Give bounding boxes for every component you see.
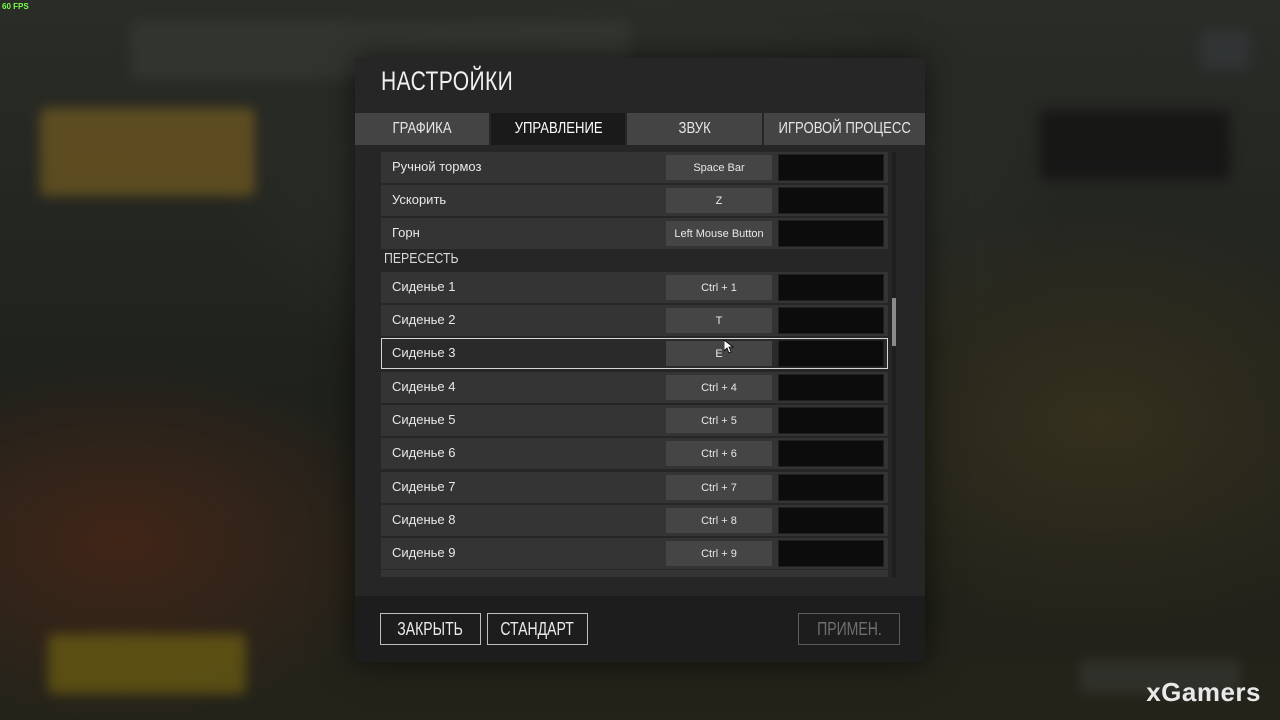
primary-key-button[interactable]: Ctrl + 8 [666,508,772,533]
keybinding-row-seat-1: Сиденье 1 Ctrl + 1 [381,272,888,303]
close-button[interactable]: ЗАКРЫТЬ [380,613,481,645]
primary-key-button[interactable]: Ctrl + 5 [666,408,772,433]
secondary-key-button[interactable] [778,340,884,367]
scrollbar-thumb[interactable] [892,298,896,346]
keybinding-row-handbrake: Ручной тормоз Space Bar [381,152,888,183]
tab-label: ЗВУК [678,120,711,137]
primary-key-button[interactable]: Left Mouse Button [666,221,772,246]
list-item [381,570,888,577]
settings-tabs: ГРАФИКА УПРАВЛЕНИЕ ЗВУК ИГРОВОЙ ПРОЦЕСС [355,113,925,145]
action-label: Горн [392,225,420,240]
tab-sound[interactable]: ЗВУК [627,113,762,145]
background-blur-panel [1040,110,1230,180]
button-label: ПРИМЕН. [816,618,882,639]
secondary-key-button[interactable] [778,187,884,214]
action-label: Сиденье 5 [392,412,456,427]
secondary-key-button[interactable] [778,407,884,434]
primary-key-button[interactable]: E [666,341,772,366]
mouse-pointer-icon [724,340,734,354]
keybinding-row-seat-2: Сиденье 2 T [381,305,888,336]
keybinding-list[interactable]: Ручной тормоз Space Bar Ускорить Z Горн … [381,152,889,577]
primary-key-button[interactable]: Ctrl + 1 [666,275,772,300]
action-label: Сиденье 7 [392,479,456,494]
primary-key-button[interactable]: T [666,308,772,333]
secondary-key-button[interactable] [778,307,884,334]
primary-key-button[interactable]: Ctrl + 7 [666,475,772,500]
action-label: Сиденье 9 [392,545,456,560]
apply-button[interactable]: ПРИМЕН. [798,613,900,645]
background-blur-panel [40,108,255,196]
dialog-title: НАСТРОЙКИ [381,66,514,96]
keybinding-row-seat-4: Сиденье 4 Ctrl + 4 [381,372,888,403]
action-label: Ускорить [392,192,447,207]
action-label: Сиденье 3 [392,345,456,360]
button-label: ЗАКРЫТЬ [397,618,464,639]
action-label: Ручной тормоз [392,159,482,174]
action-label: Сиденье 8 [392,512,456,527]
tab-controls[interactable]: УПРАВЛЕНИЕ [491,113,626,145]
secondary-key-button[interactable] [778,474,884,501]
reset-default-button[interactable]: СТАНДАРТ [487,613,588,645]
primary-key-button[interactable]: Space Bar [666,155,772,180]
tab-label: УПРАВЛЕНИЕ [514,120,603,137]
secondary-key-button[interactable] [778,220,884,247]
section-header-change-seat: ПЕРЕСЕСТЬ [384,250,459,267]
secondary-key-button[interactable] [778,540,884,567]
action-label: Сиденье 4 [392,379,456,394]
dialog-footer: ЗАКРЫТЬ СТАНДАРТ ПРИМЕН. [355,596,925,662]
keybinding-row-seat-7: Сиденье 7 Ctrl + 7 [381,472,888,503]
watermark: xGamers [1146,677,1261,707]
keybinding-row-boost: Ускорить Z [381,185,888,216]
action-label: Сиденье 2 [392,312,456,327]
secondary-key-button[interactable] [778,274,884,301]
primary-key-button[interactable]: Ctrl + 6 [666,441,772,466]
keybinding-row-seat-8: Сиденье 8 Ctrl + 8 [381,505,888,536]
keybinding-row-seat-3[interactable]: Сиденье 3 E [381,338,888,369]
keybinding-row-seat-5: Сиденье 5 Ctrl + 5 [381,405,888,436]
background-blur-icon [1200,30,1250,70]
tab-graphics[interactable]: ГРАФИКА [355,113,490,145]
keybinding-row-seat-9: Сиденье 9 Ctrl + 9 [381,538,888,569]
settings-dialog: НАСТРОЙКИ ГРАФИКА УПРАВЛЕНИЕ ЗВУК ИГРОВО… [355,58,925,662]
primary-key-button[interactable]: Ctrl + 4 [666,375,772,400]
tab-label: ИГРОВОЙ ПРОЦЕСС [778,120,911,137]
action-label: Сиденье 1 [392,279,456,294]
tab-gameplay[interactable]: ИГРОВОЙ ПРОЦЕСС [763,113,925,145]
primary-key-button[interactable]: Ctrl + 9 [666,541,772,566]
button-label: СТАНДАРТ [500,618,575,639]
keybinding-row-horn: Горн Left Mouse Button [381,218,888,249]
primary-key-button[interactable]: Z [666,188,772,213]
secondary-key-button[interactable] [778,440,884,467]
background-blur-button [48,634,246,694]
tab-label: ГРАФИКА [392,120,452,137]
secondary-key-button[interactable] [778,507,884,534]
keybinding-row-seat-6: Сиденье 6 Ctrl + 6 [381,438,888,469]
fps-counter: 60 FPS [2,2,29,11]
scrollbar-track[interactable] [892,152,896,577]
secondary-key-button[interactable] [778,374,884,401]
secondary-key-button[interactable] [778,154,884,181]
action-label: Сиденье 6 [392,445,456,460]
